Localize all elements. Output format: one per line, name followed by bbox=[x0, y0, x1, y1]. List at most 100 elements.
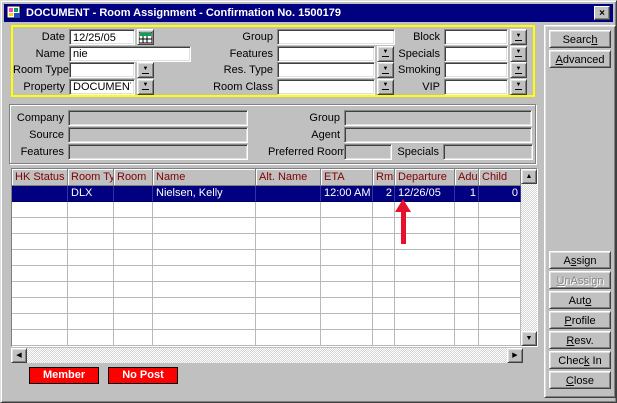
smoking-input[interactable] bbox=[444, 62, 508, 78]
block-input[interactable] bbox=[444, 29, 508, 45]
vip-input[interactable] bbox=[444, 79, 508, 95]
specials-input[interactable] bbox=[444, 46, 508, 62]
table-row[interactable] bbox=[12, 202, 521, 218]
name-input[interactable] bbox=[69, 46, 191, 62]
cell-room-type bbox=[68, 314, 114, 330]
cell-room-type bbox=[68, 202, 114, 218]
auto-button[interactable]: Auto bbox=[549, 291, 611, 309]
scroll-down-icon[interactable]: ▼ bbox=[521, 331, 537, 346]
cell-child bbox=[479, 282, 521, 298]
room-type-input[interactable] bbox=[69, 62, 135, 78]
cell-hk-status bbox=[12, 266, 68, 282]
horizontal-scrollbar[interactable]: ◀ ▶ bbox=[11, 348, 523, 363]
cell-adult bbox=[455, 266, 479, 282]
cell-room bbox=[114, 186, 153, 202]
block-dropdown-button[interactable]: ▼ bbox=[510, 29, 527, 45]
property-input[interactable] bbox=[69, 79, 135, 95]
group-input[interactable] bbox=[277, 29, 395, 45]
block-label: Block bbox=[398, 31, 444, 43]
room-type-dropdown-button[interactable]: ▼ bbox=[137, 62, 154, 78]
table-row[interactable] bbox=[12, 282, 521, 298]
features-input[interactable] bbox=[277, 46, 375, 62]
calendar-icon bbox=[139, 32, 152, 43]
cell-adult bbox=[455, 282, 479, 298]
table-row[interactable] bbox=[12, 314, 521, 330]
date-label: Date bbox=[13, 31, 69, 43]
close-button[interactable]: Close bbox=[549, 371, 611, 389]
dropdown-icon: ▼ bbox=[142, 67, 150, 74]
table-row[interactable] bbox=[12, 266, 521, 282]
table-row[interactable] bbox=[12, 234, 521, 250]
vertical-scrollbar[interactable]: ▲ ▼ bbox=[521, 169, 537, 346]
check-in-button[interactable]: Check In bbox=[549, 351, 611, 369]
table-row[interactable] bbox=[12, 298, 521, 314]
search-button[interactable]: Search bbox=[549, 30, 611, 48]
cell-hk-status bbox=[12, 330, 68, 346]
info-features-field bbox=[68, 144, 248, 160]
cell-name bbox=[153, 250, 256, 266]
room-class-input[interactable] bbox=[277, 79, 375, 95]
cell-eta bbox=[321, 250, 373, 266]
property-dropdown-button[interactable]: ▼ bbox=[137, 79, 154, 95]
advanced-button[interactable]: Advanced bbox=[549, 50, 611, 68]
company-field bbox=[68, 110, 248, 126]
column-header-alt-name[interactable]: Alt. Name bbox=[256, 169, 321, 186]
smoking-dropdown-button[interactable]: ▼ bbox=[510, 62, 527, 78]
name-label: Name bbox=[13, 48, 69, 60]
vip-label: VIP bbox=[398, 81, 444, 93]
column-header-room-type[interactable]: Room Type bbox=[68, 169, 114, 186]
smoking-label: Smoking bbox=[398, 64, 444, 76]
cell-name bbox=[153, 298, 256, 314]
horizontal-scrollbar-track[interactable] bbox=[27, 348, 507, 363]
cell-hk-status bbox=[12, 282, 68, 298]
column-header-hk-status[interactable]: HK Status bbox=[12, 169, 68, 186]
app-icon bbox=[7, 6, 22, 20]
status-badges: Member No Post bbox=[29, 367, 178, 384]
scroll-right-icon[interactable]: ▶ bbox=[507, 348, 523, 363]
column-header-rms[interactable]: Rms bbox=[373, 169, 395, 186]
column-header-eta[interactable]: ETA bbox=[321, 169, 373, 186]
calendar-button[interactable] bbox=[137, 29, 154, 45]
vip-dropdown-button[interactable]: ▼ bbox=[510, 79, 527, 95]
table-row-selected[interactable]: DLXNielsen, Kelly12:00 AM212/26/0510 bbox=[12, 186, 521, 202]
column-header-adult[interactable]: Adult bbox=[455, 169, 479, 186]
cell-eta bbox=[321, 218, 373, 234]
assign-button[interactable]: Assign bbox=[549, 251, 611, 269]
source-label: Source bbox=[10, 129, 68, 141]
close-window-button[interactable]: × bbox=[594, 6, 610, 20]
info-features-label: Features bbox=[10, 146, 68, 158]
cell-room-type bbox=[68, 330, 114, 346]
column-header-child[interactable]: Child bbox=[479, 169, 521, 186]
cell-name: Nielsen, Kelly bbox=[153, 186, 256, 202]
profile-button[interactable]: Profile bbox=[549, 311, 611, 329]
no-post-badge: No Post bbox=[108, 367, 178, 384]
features-dropdown-button[interactable]: ▼ bbox=[377, 46, 394, 62]
cell-departure bbox=[395, 314, 455, 330]
table-row[interactable] bbox=[12, 250, 521, 266]
specials-label: Specials bbox=[398, 48, 444, 60]
resv-button[interactable]: Resv. bbox=[549, 331, 611, 349]
table-row[interactable] bbox=[12, 330, 521, 346]
column-header-departure[interactable]: Departure bbox=[395, 169, 455, 186]
cell-child bbox=[479, 330, 521, 346]
cell-name bbox=[153, 234, 256, 250]
scroll-left-icon[interactable]: ◀ bbox=[11, 348, 27, 363]
scroll-up-icon[interactable]: ▲ bbox=[521, 169, 537, 184]
column-header-room[interactable]: Room bbox=[114, 169, 153, 186]
date-input[interactable] bbox=[69, 29, 135, 45]
cell-hk-status bbox=[12, 250, 68, 266]
info-specials-field bbox=[443, 144, 533, 160]
group-label: Group bbox=[195, 31, 277, 43]
cell-alt-name bbox=[256, 298, 321, 314]
room-class-dropdown-button[interactable]: ▼ bbox=[377, 79, 394, 95]
cell-room-type bbox=[68, 218, 114, 234]
vertical-scrollbar-track[interactable] bbox=[521, 184, 537, 331]
specials-dropdown-button[interactable]: ▼ bbox=[510, 46, 527, 62]
res-type-dropdown-button[interactable]: ▼ bbox=[377, 62, 394, 78]
table-row[interactable] bbox=[12, 218, 521, 234]
annotation-arrow-icon bbox=[395, 199, 412, 246]
company-label: Company bbox=[10, 112, 68, 124]
cell-alt-name bbox=[256, 266, 321, 282]
res-type-input[interactable] bbox=[277, 62, 375, 78]
column-header-name[interactable]: Name bbox=[153, 169, 256, 186]
